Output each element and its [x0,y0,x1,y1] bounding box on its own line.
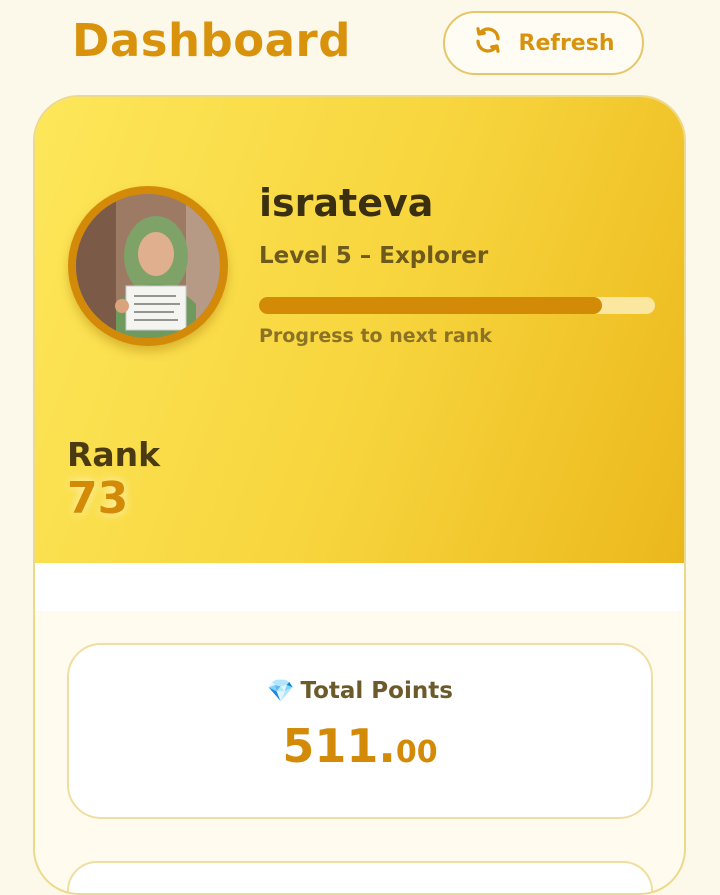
progress-caption: Progress to next rank [259,325,492,347]
avatar[interactable] [68,186,228,346]
page-title: Dashboard [72,14,351,67]
username: israteva [259,181,434,225]
rank-value: 73 [67,473,129,524]
total-points-integer: 511. [282,719,396,773]
profile-card: israteva Level 5 – Explorer Progress to … [33,95,686,895]
avatar-photo [76,194,220,338]
refresh-icon [473,25,503,61]
refresh-label: Refresh [518,30,615,56]
total-points-value: 511.00 [69,719,651,773]
top-bar: Dashboard Refresh [0,0,720,95]
refresh-button[interactable]: Refresh [443,11,644,75]
gem-icon: 💎 [267,679,295,704]
divider-band [35,563,684,611]
total-points-card: 💎 Total Points 511.00 [67,643,653,819]
profile-hero: israteva Level 5 – Explorer Progress to … [35,97,684,563]
total-points-label: Total Points [300,678,453,704]
rank-label: Rank [67,435,161,474]
level-label: Level 5 – Explorer [259,243,489,269]
rank-progress-fill [259,297,602,314]
next-stat-card [67,861,653,893]
rank-progress-bar [259,297,655,314]
total-points-decimal: 00 [395,735,438,770]
total-points-header: 💎 Total Points [69,678,651,704]
